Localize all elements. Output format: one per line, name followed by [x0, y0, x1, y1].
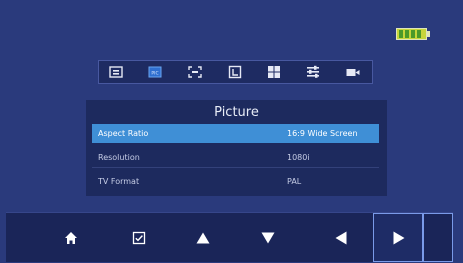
battery-full-icon [396, 28, 432, 40]
battery-cell [411, 30, 415, 38]
setting-value: 16:9 Wide Screen [287, 129, 358, 138]
left-button[interactable] [316, 213, 366, 262]
picture-settings-panel: Picture Aspect Ratio 16:9 Wide Screen Re… [86, 100, 387, 196]
camera-icon[interactable] [345, 65, 361, 79]
panel-title: Picture [214, 105, 259, 120]
setting-value: PAL [287, 177, 302, 186]
battery-tip [427, 31, 430, 37]
home-button[interactable] [46, 213, 96, 262]
checkbox-icon [132, 231, 146, 245]
battery-cell [417, 30, 421, 38]
confirm-button[interactable] [114, 213, 164, 262]
picture-icon[interactable]: PIC [147, 65, 163, 79]
setting-row-resolution[interactable]: Resolution 1080i [92, 148, 379, 168]
setting-label: Aspect Ratio [98, 129, 149, 138]
setting-label: TV Format [98, 177, 140, 186]
setting-row-aspect-ratio[interactable]: Aspect Ratio 16:9 Wide Screen [92, 124, 379, 143]
battery-cell [405, 30, 409, 38]
battery-cell [399, 30, 403, 38]
arrow-down-icon [261, 232, 275, 244]
row-divider [92, 167, 379, 168]
bottom-nav-bar [6, 212, 453, 262]
svg-text:PIC: PIC [151, 71, 158, 77]
up-button[interactable] [178, 213, 228, 262]
home-icon [65, 232, 77, 244]
arrow-up-icon [196, 232, 210, 244]
setting-label: Resolution [98, 153, 140, 162]
setting-row-tv-format[interactable]: TV Format PAL [92, 172, 379, 191]
nav-end-button[interactable] [423, 213, 453, 262]
fit-screen-icon[interactable] [187, 65, 203, 79]
menu-icon-bar: PIC [98, 60, 373, 84]
grid-icon[interactable] [266, 65, 282, 79]
arrow-left-icon [335, 231, 347, 245]
down-button[interactable] [243, 213, 293, 262]
sliders-icon[interactable] [305, 65, 321, 79]
setting-value: 1080i [287, 153, 310, 162]
arrow-right-icon [393, 231, 405, 245]
crop-icon[interactable] [227, 65, 243, 79]
display-icon[interactable] [108, 65, 124, 79]
right-button[interactable] [373, 213, 423, 262]
